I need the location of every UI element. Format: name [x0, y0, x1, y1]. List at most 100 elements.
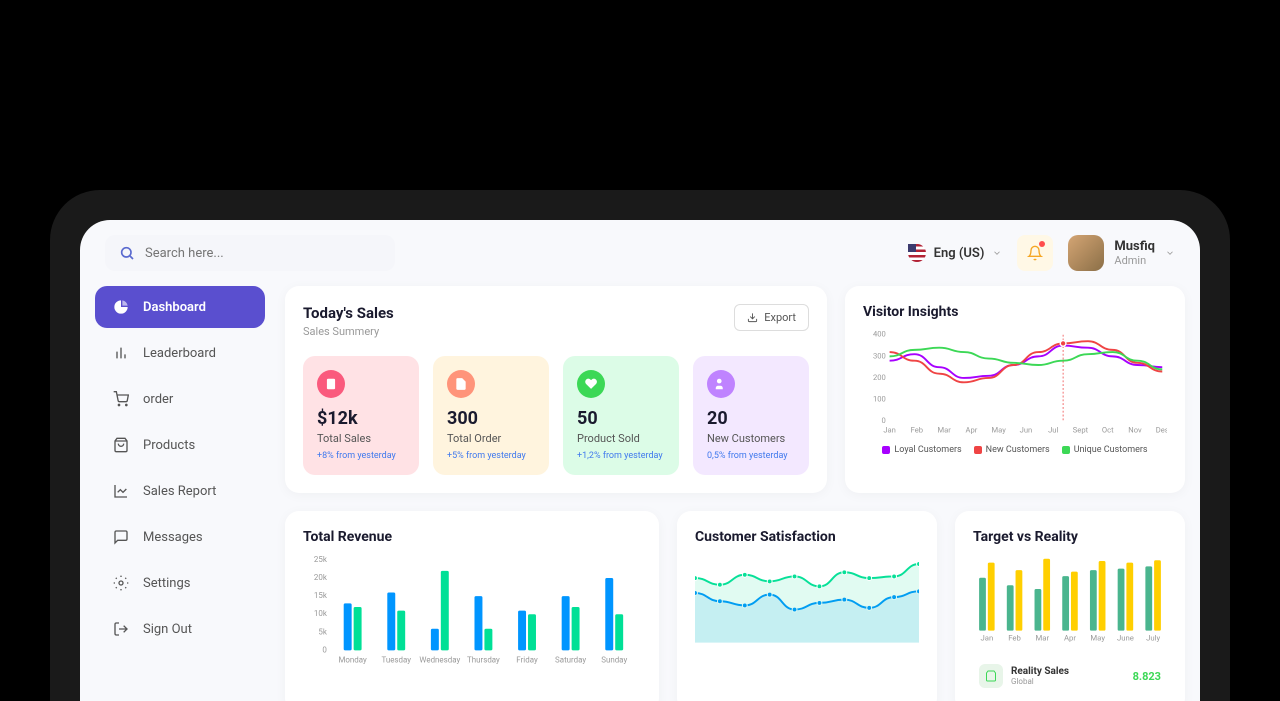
sidebar-item-label: Settings: [143, 576, 190, 591]
sidebar-item-order[interactable]: order: [95, 378, 265, 420]
export-icon: [747, 312, 758, 323]
signout-icon: [113, 621, 129, 637]
bell-icon: [1027, 245, 1043, 261]
total-revenue-card: Total Revenue 05k10k15k20k25kMondayTuesd…: [285, 511, 659, 701]
stat-change: +8% from yesterday: [317, 451, 405, 461]
stat-label: Total Sales: [317, 432, 405, 445]
language-label: Eng (US): [934, 246, 985, 261]
svg-text:Friday: Friday: [516, 655, 538, 664]
svg-text:10k: 10k: [314, 609, 328, 618]
svg-text:Tuesday: Tuesday: [381, 655, 411, 664]
todays-sales-card: Today's Sales Sales Summery Export $12k …: [285, 286, 827, 493]
sidebar-item-sales-report[interactable]: Sales Report: [95, 470, 265, 512]
card-title: Target vs Reality: [973, 529, 1167, 545]
sidebar-item-signout[interactable]: Sign Out: [95, 608, 265, 650]
legend-sub: Global: [1011, 677, 1125, 686]
svg-text:Thursday: Thursday: [467, 655, 500, 664]
stat-total-sales: $12k Total Sales +8% from yesterday: [303, 356, 419, 475]
svg-text:Jan: Jan: [980, 633, 993, 642]
satisfaction-chart: [695, 555, 919, 643]
chevron-down-icon: [1165, 248, 1175, 258]
target-vs-reality-card: Target vs Reality JanFebMarAprMayJuneJul…: [955, 511, 1185, 701]
search-input[interactable]: [145, 246, 381, 261]
gear-icon: [113, 575, 129, 591]
svg-text:Sept: Sept: [1073, 426, 1089, 435]
user-menu[interactable]: Musfiq Admin: [1068, 235, 1175, 271]
svg-text:May: May: [992, 426, 1007, 435]
legend-label: New Customers: [986, 445, 1050, 455]
stat-icon: [577, 370, 605, 398]
sidebar-item-messages[interactable]: Messages: [95, 516, 265, 558]
svg-text:Des: Des: [1156, 426, 1167, 435]
svg-text:100: 100: [873, 394, 886, 403]
sidebar-item-label: Dashboard: [143, 300, 206, 315]
svg-text:Jun: Jun: [1020, 426, 1033, 435]
sidebar-item-label: Leaderboard: [143, 346, 216, 361]
svg-text:Nov: Nov: [1128, 426, 1142, 435]
legend-label: Unique Customers: [1074, 445, 1148, 455]
bag-icon: [113, 437, 129, 453]
svg-text:20k: 20k: [314, 573, 328, 582]
stat-label: New Customers: [707, 432, 795, 445]
svg-text:Sunday: Sunday: [601, 655, 627, 664]
sidebar-item-label: Messages: [143, 530, 203, 545]
svg-text:Oct: Oct: [1102, 426, 1114, 435]
user-role: Admin: [1114, 254, 1155, 267]
sidebar-item-settings[interactable]: Settings: [95, 562, 265, 604]
stat-value: 20: [707, 408, 795, 429]
sidebar-item-label: Sales Report: [143, 484, 216, 499]
stat-icon: [317, 370, 345, 398]
stat-value: 50: [577, 408, 665, 429]
stat-total-order: 300 Total Order +5% from yesterday: [433, 356, 549, 475]
svg-text:200: 200: [873, 373, 886, 382]
sidebar-item-products[interactable]: Products: [95, 424, 265, 466]
customer-satisfaction-card: Customer Satisfaction: [677, 511, 937, 701]
svg-text:300: 300: [873, 351, 886, 360]
search-icon: [119, 245, 135, 261]
svg-text:Jan: Jan: [883, 426, 896, 435]
svg-text:0: 0: [322, 645, 327, 654]
stat-change: +5% from yesterday: [447, 451, 535, 461]
sidebar-item-dashboard[interactable]: Dashboard: [95, 286, 265, 328]
cart-icon: [113, 391, 129, 407]
stat-change: +1,2% from yesterday: [577, 451, 665, 461]
avatar: [1068, 235, 1104, 271]
search-box[interactable]: [105, 235, 395, 271]
svg-text:May: May: [1090, 633, 1105, 642]
language-selector[interactable]: Eng (US): [908, 244, 1003, 262]
svg-text:June: June: [1117, 633, 1134, 642]
sidebar-item-label: Sign Out: [143, 622, 192, 637]
bag-icon: [979, 664, 1003, 688]
svg-text:400: 400: [873, 330, 886, 339]
svg-text:Apr: Apr: [965, 426, 977, 435]
stat-icon: [707, 370, 735, 398]
export-label: Export: [764, 311, 796, 324]
stat-product-sold: 50 Product Sold +1,2% from yesterday: [563, 356, 679, 475]
target-legend-reality: Reality Sales Global 8.823: [973, 658, 1167, 694]
stat-icon: [447, 370, 475, 398]
visitor-insights-card: Visitor Insights 0100200300400JanFebMarA…: [845, 286, 1185, 493]
svg-text:Monday: Monday: [338, 655, 367, 664]
svg-text:0: 0: [882, 416, 886, 425]
legend-value: 8.823: [1133, 670, 1161, 683]
notifications-button[interactable]: [1017, 235, 1053, 271]
message-icon: [113, 529, 129, 545]
flag-us-icon: [908, 244, 926, 262]
stat-value: 300: [447, 408, 535, 429]
stat-value: $12k: [317, 408, 405, 429]
revenue-chart: 05k10k15k20k25kMondayTuesdayWednesdayThu…: [303, 555, 641, 664]
svg-text:Wednesday: Wednesday: [419, 655, 460, 664]
svg-text:5k: 5k: [318, 627, 327, 636]
export-button[interactable]: Export: [734, 304, 809, 331]
svg-text:Feb: Feb: [911, 426, 923, 435]
chevron-down-icon: [992, 248, 1002, 258]
stat-label: Product Sold: [577, 432, 665, 445]
sidebar-item-leaderboard[interactable]: Leaderboard: [95, 332, 265, 374]
legend-name: Reality Sales: [1011, 666, 1125, 677]
card-subtitle: Sales Summery: [303, 325, 394, 338]
target-chart: JanFebMarAprMayJuneJuly: [973, 555, 1167, 642]
stat-new-customers: 20 New Customers 0,5% from yesterday: [693, 356, 809, 475]
visitor-chart: 0100200300400JanFebMarAprMayJunJulSeptOc…: [863, 330, 1167, 435]
card-title: Visitor Insights: [863, 304, 1167, 320]
svg-text:15k: 15k: [314, 591, 328, 600]
